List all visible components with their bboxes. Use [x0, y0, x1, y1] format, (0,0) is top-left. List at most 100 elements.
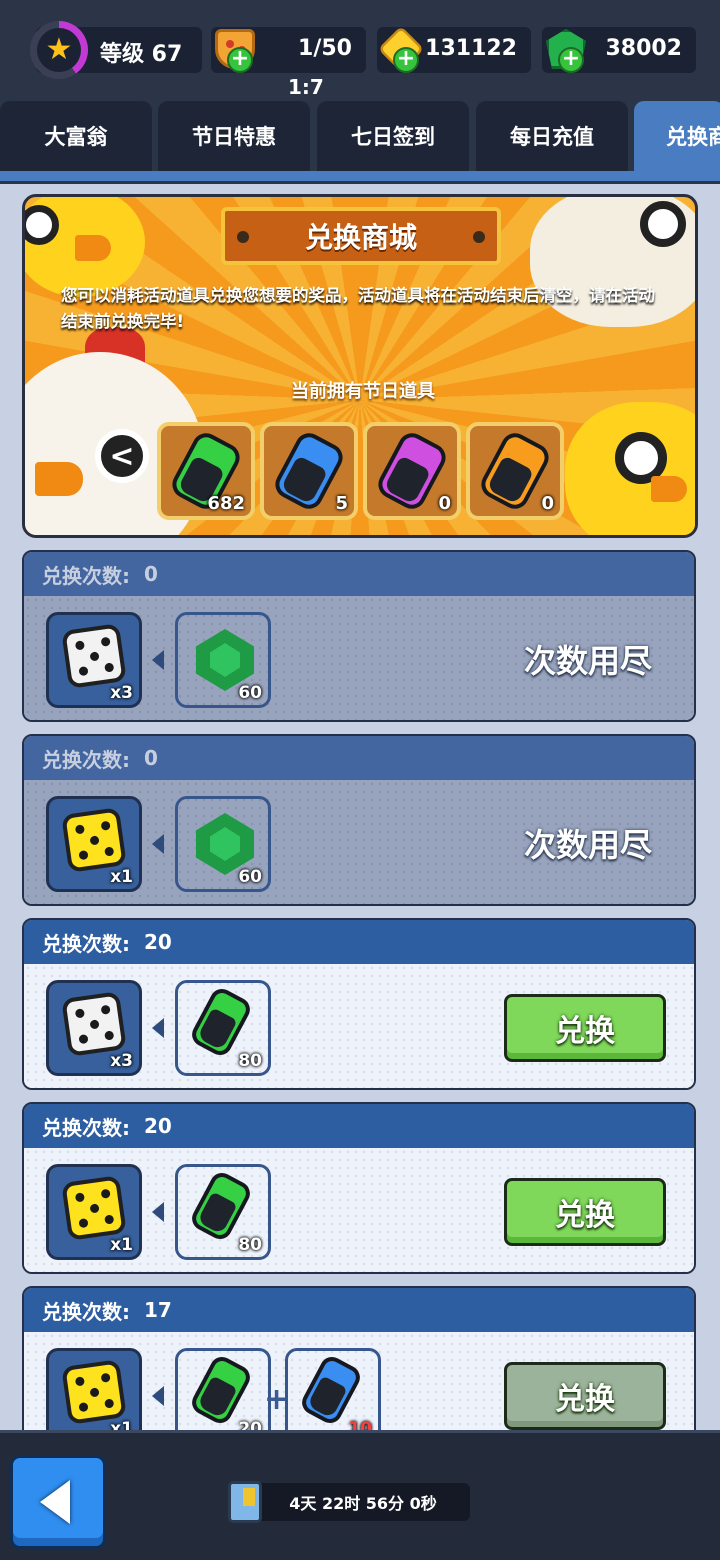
cost-slot: 80 — [175, 1164, 271, 1260]
coin-value: 131122 — [425, 36, 517, 61]
exchange-arrow-icon — [152, 650, 164, 670]
owned-items-label: 当前拥有节日道具 — [291, 381, 435, 402]
yellow-dice-icon — [61, 807, 127, 873]
exchange-count-label: 兑换次数: — [42, 1299, 130, 1324]
green-canister-icon — [187, 1352, 255, 1428]
emerald-icon — [196, 629, 254, 691]
level-progress-ring: ★ — [30, 21, 88, 79]
cost-slot: 60 — [175, 612, 271, 708]
exchange-count-header: 兑换次数: 0 — [24, 552, 694, 596]
tab-daily-recharge[interactable]: 每日充值 — [476, 101, 628, 171]
dice-quantity: x1 — [110, 867, 133, 887]
exchange-count-label: 兑换次数: — [42, 747, 130, 772]
exchange-count-value: 0 — [144, 562, 158, 586]
pizza-timer: 1:7 — [288, 75, 324, 99]
exchange-count-value: 17 — [144, 1298, 172, 1322]
yellow-chick-illustration — [565, 402, 695, 535]
tool-count: 5 — [335, 493, 348, 514]
gem-balance[interactable]: + 38002 — [542, 27, 696, 73]
dice-quantity: x3 — [110, 683, 133, 703]
green-canister-icon — [187, 984, 255, 1060]
blue-canister-icon — [297, 1352, 365, 1428]
exchange-card: 兑换次数: 20 x1 80 兑换 — [22, 1102, 696, 1274]
back-button[interactable] — [10, 1455, 106, 1549]
exchange-arrow-icon — [152, 1018, 164, 1038]
tab-underline — [0, 171, 720, 181]
exchange-card-body: x1 80 兑换 — [24, 1148, 694, 1272]
cost-quantity-insufficient: 10 — [348, 1419, 372, 1430]
tool-count: 682 — [207, 493, 245, 514]
white-dice-icon — [61, 991, 127, 1057]
owned-orange-canister: 0 — [466, 422, 564, 520]
exchange-count-label: 兑换次数: — [42, 563, 130, 588]
reward-dice-slot: x1 — [46, 796, 142, 892]
exchange-button[interactable]: 兑换 — [504, 1178, 666, 1246]
beak-icon — [35, 462, 83, 496]
exchange-card: 兑换次数: 20 x3 80 兑换 — [22, 918, 696, 1090]
banner-description: 您可以消耗活动道具兑换您想要的奖品，活动道具将在活动结束后清空，请在活动结束前兑… — [61, 286, 655, 331]
exchange-arrow-icon — [152, 834, 164, 854]
exchange-count-header: 兑换次数: 20 — [24, 920, 694, 964]
cost-quantity: 20 — [238, 1419, 262, 1430]
exchange-button-disabled[interactable]: 兑换 — [504, 1362, 666, 1430]
emerald-icon — [196, 813, 254, 875]
tool-count: 0 — [438, 493, 451, 514]
banner-title-text: 兑换商城 — [304, 221, 417, 254]
banner-title: 兑换商城 — [221, 207, 501, 265]
exchange-card-body: x3 60 次数用尽 — [24, 596, 694, 720]
exchange-count-label: 兑换次数: — [42, 1115, 130, 1140]
tab-monopoly[interactable]: 大富翁 — [0, 101, 152, 171]
exchange-count-value: 20 — [144, 1114, 172, 1138]
add-pizza-icon[interactable]: + — [227, 47, 253, 73]
event-tabs: 大富翁 节日特惠 七日签到 每日充值 兑换商城 — [0, 101, 720, 171]
tab-seven-day-signin[interactable]: 七日签到 — [317, 101, 469, 171]
coin-balance[interactable]: + 131122 — [377, 25, 531, 73]
level-label: 等级 67 — [100, 42, 183, 67]
cost-quantity: 60 — [238, 867, 262, 887]
cost-quantity: 80 — [238, 1235, 262, 1255]
star-icon: ★ — [37, 28, 81, 72]
exchange-button[interactable]: 兑换 — [504, 994, 666, 1062]
exchange-count-value: 20 — [144, 930, 172, 954]
yellow-dice-icon — [61, 1359, 127, 1425]
exchange-card: 兑换次数: 0 x3 60 次数用尽 — [22, 550, 696, 722]
exchange-count-header: 兑换次数: 20 — [24, 1104, 694, 1148]
white-dice-icon — [61, 623, 127, 689]
add-coins-icon[interactable]: + — [393, 47, 419, 73]
exchange-list-scroll[interactable]: < 兑换商城 您可以消耗活动道具兑换您想要的奖品，活动道具将在活动结束后清空，请… — [0, 184, 720, 1430]
exhausted-label: 次数用尽 — [523, 826, 652, 864]
reward-dice-slot: x1 — [46, 1348, 142, 1430]
cost-quantity: 80 — [238, 1051, 262, 1071]
goggle-icon — [640, 201, 686, 247]
tab-exchange-shop[interactable]: 兑换商城 — [634, 101, 720, 171]
dice-quantity: x1 — [110, 1235, 133, 1255]
chick-illustration — [25, 197, 145, 297]
gem-value: 38002 — [605, 36, 682, 61]
rivet-icon — [237, 231, 249, 243]
exchange-card: 兑换次数: 17 x1 20 + 10 兑换 — [22, 1286, 696, 1430]
exchange-card-body: x1 60 次数用尽 — [24, 780, 694, 904]
pizza-energy[interactable]: + 1/50 — [211, 27, 366, 73]
reward-dice-slot: x3 — [46, 612, 142, 708]
exchange-card-body: x3 80 兑换 — [24, 964, 694, 1088]
exchange-arrow-icon — [152, 1386, 164, 1406]
event-countdown: 4天 22时 56分 0秒 — [228, 1481, 470, 1523]
owned-purple-canister: 0 — [363, 422, 461, 520]
exchange-count-header: 兑换次数: 0 — [24, 736, 694, 780]
exchange-count-header: 兑换次数: 17 — [24, 1288, 694, 1332]
countdown-text: 4天 22时 56分 0秒 — [289, 1494, 437, 1513]
exchange-shop-banner: < 兑换商城 您可以消耗活动道具兑换您想要的奖品，活动道具将在活动结束后清空，请… — [22, 194, 698, 538]
green-canister-icon — [187, 1168, 255, 1244]
level-indicator[interactable]: ★ 等级 67 — [30, 21, 202, 79]
owned-blue-canister: 5 — [260, 422, 358, 520]
reward-dice-slot: x1 — [46, 1164, 142, 1260]
tab-holiday-deals[interactable]: 节日特惠 — [158, 101, 310, 171]
exchange-count-value: 0 — [144, 746, 158, 770]
back-arrow-icon — [40, 1480, 70, 1524]
dice-quantity: x3 — [110, 1051, 133, 1071]
add-gems-icon[interactable]: + — [558, 47, 584, 73]
beak-icon — [651, 476, 687, 502]
pizza-value: 1/50 — [298, 36, 352, 61]
owned-green-canister: 682 — [157, 422, 255, 520]
exhausted-label: 次数用尽 — [523, 642, 652, 680]
